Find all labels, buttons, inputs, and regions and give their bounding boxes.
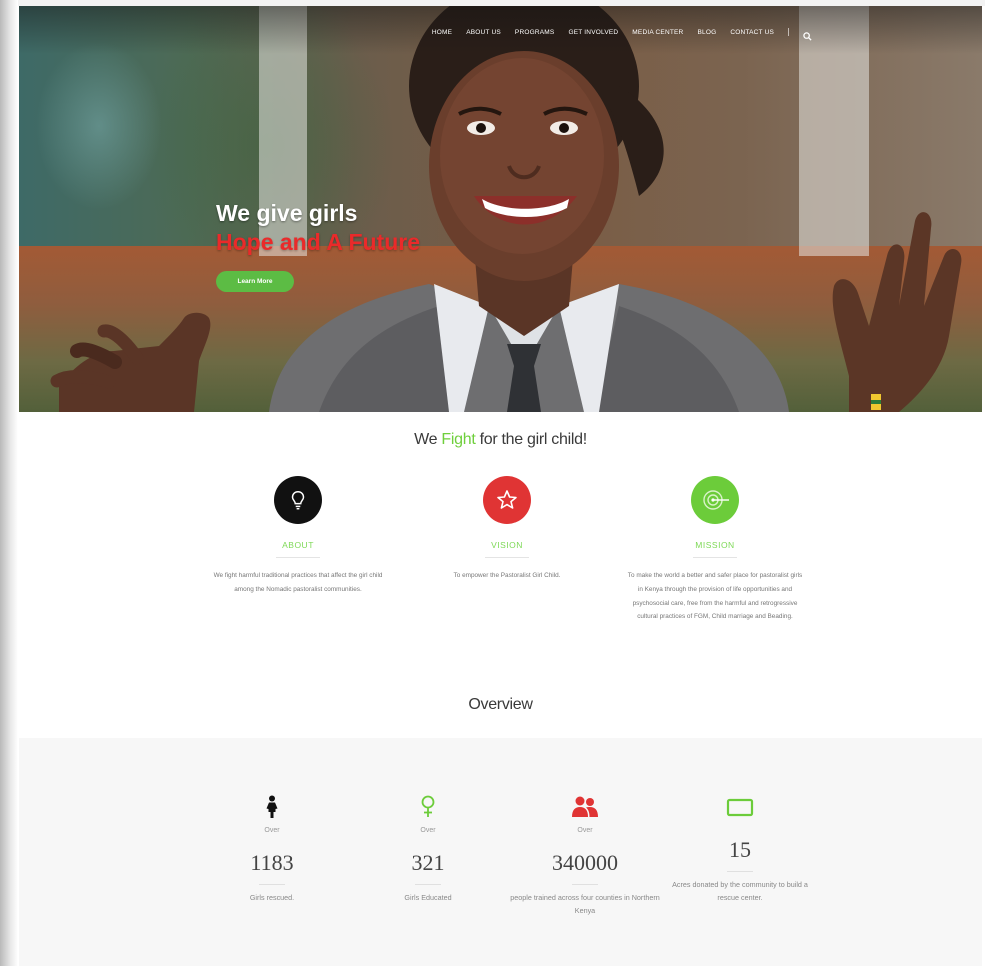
stat-description: people trained across four counties in N… xyxy=(510,893,660,915)
stat-prefix: Over xyxy=(420,827,436,834)
mission-section-title: We Fight for the girl child! xyxy=(19,431,982,449)
lightbulb-icon xyxy=(291,491,305,510)
stat-divider xyxy=(572,884,598,885)
title-suffix: for the girl child! xyxy=(475,431,588,448)
title-prefix: We xyxy=(414,431,442,448)
stat-number: 321 xyxy=(411,850,445,875)
hero-headline-line2: Hope and A Future xyxy=(216,229,421,255)
stat-prefix: Over xyxy=(577,827,593,834)
stat-number: 15 xyxy=(729,837,751,862)
nav-item-home[interactable]: HOME xyxy=(432,29,452,36)
nav-item-programs[interactable]: PROGRAMS xyxy=(515,29,555,36)
stat-description: Girls rescued. xyxy=(249,893,295,902)
frame-shadow xyxy=(0,0,18,966)
stat-prefix: Over xyxy=(264,827,280,834)
stat-girls-educated: Over 321 Girls Educated xyxy=(353,795,503,904)
feature-icon-circle xyxy=(483,476,531,524)
stat-number: 340000 xyxy=(552,850,618,875)
nav-item-blog[interactable]: BLOG xyxy=(697,29,716,36)
overview-section-title: Overview xyxy=(468,696,533,713)
rectangle-icon xyxy=(726,798,754,817)
star-icon xyxy=(497,490,517,509)
feature-text: To make the world a better and safer pla… xyxy=(627,572,803,621)
nav-item-about-us[interactable]: ABOUT US xyxy=(466,29,501,36)
feature-icon-circle xyxy=(691,476,739,524)
feature-title: ABOUT xyxy=(282,540,314,550)
feature-vision: VISION To empower the Pastoralist Girl C… xyxy=(417,476,597,583)
stat-description: Girls Educated xyxy=(404,893,452,902)
hero-girl-illustration xyxy=(50,6,962,412)
stat-number: 1183 xyxy=(250,850,294,875)
hero-headline-line1: We give girls xyxy=(216,200,358,226)
stat-people-trained: Over 340000 people trained across four c… xyxy=(510,795,660,917)
stat-divider xyxy=(259,884,285,885)
nav-item-contact-us[interactable]: CONTACT US xyxy=(730,29,774,36)
feature-icon-circle xyxy=(274,476,322,524)
main-nav: HOME ABOUT US PROGRAMS GET INVOLVED MEDI… xyxy=(432,25,812,41)
feature-text: To empower the Pastoralist Girl Child. xyxy=(453,572,561,579)
website: HOME ABOUT US PROGRAMS GET INVOLVED MEDI… xyxy=(19,6,982,966)
stat-description: Acres donated by the community to build … xyxy=(672,880,808,902)
hero-banner: HOME ABOUT US PROGRAMS GET INVOLVED MEDI… xyxy=(19,6,982,412)
stat-acres-donated: 15 Acres donated by the community to bui… xyxy=(665,795,815,904)
hero-headline: We give girls Hope and A Future xyxy=(216,199,420,257)
feature-about: ABOUT We fight harmful traditional pract… xyxy=(208,476,388,597)
feature-divider xyxy=(693,557,737,558)
people-icon xyxy=(572,796,598,817)
feature-text: We fight harmful traditional practices t… xyxy=(213,572,383,593)
feature-title: VISION xyxy=(491,540,523,550)
nav-item-get-involved[interactable]: GET INVOLVED xyxy=(568,29,618,36)
nav-separator xyxy=(788,28,789,36)
search-icon[interactable] xyxy=(803,28,812,41)
feature-divider xyxy=(485,557,529,558)
feature-title: MISSION xyxy=(695,540,735,550)
girl-icon xyxy=(266,795,278,818)
stat-girls-rescued: Over 1183 Girls rescued. xyxy=(197,795,347,904)
stat-divider xyxy=(415,884,441,885)
feature-divider xyxy=(276,557,320,558)
title-accent: Fight xyxy=(441,431,476,448)
stat-divider xyxy=(727,871,753,872)
feature-mission: MISSION To make the world a better and s… xyxy=(625,476,805,624)
female-symbol-icon xyxy=(421,795,435,817)
nav-item-media-center[interactable]: MEDIA CENTER xyxy=(632,29,683,36)
learn-more-button[interactable]: Learn More xyxy=(216,271,294,292)
target-icon xyxy=(703,490,729,510)
